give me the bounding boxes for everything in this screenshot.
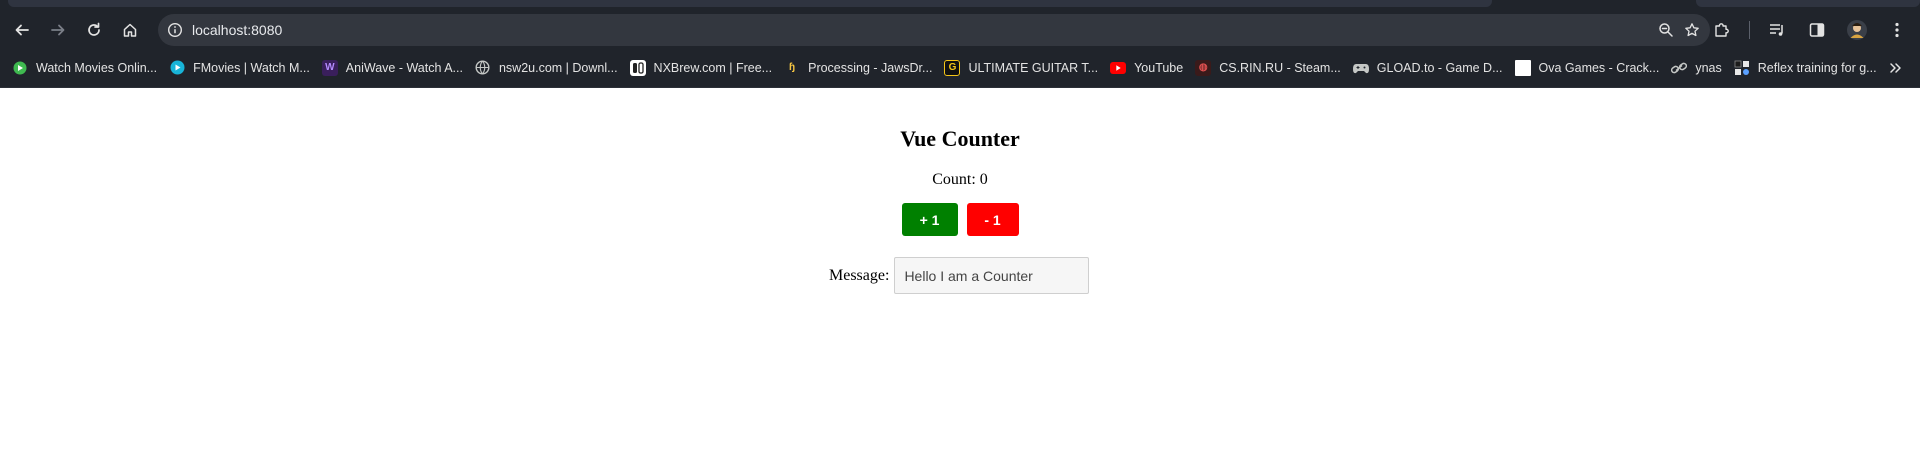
bookmarks-bar: Watch Movies Onlin... FMovies | Watch M.… bbox=[0, 48, 1920, 88]
bookmark-item[interactable]: FMovies | Watch M... bbox=[167, 54, 318, 82]
aniwave-w-icon: W bbox=[321, 59, 338, 76]
switch-icon bbox=[629, 59, 646, 76]
white-square-icon bbox=[1514, 59, 1531, 76]
csrin-icon: ◍ bbox=[1195, 59, 1212, 76]
back-arrow-icon[interactable] bbox=[4, 15, 40, 45]
bookmark-item[interactable]: YouTube bbox=[1108, 54, 1191, 82]
active-tab-edge[interactable] bbox=[8, 0, 1492, 7]
bookmark-label: Reflex training for g... bbox=[1757, 60, 1877, 75]
bookmark-item[interactable]: Watch Movies Onlin... bbox=[10, 54, 165, 82]
bookmark-item[interactable]: Ova Games - Crack... bbox=[1513, 54, 1668, 82]
bookmark-label: ULTIMATE GUITAR T... bbox=[968, 60, 1099, 75]
bookmark-label: ynas bbox=[1695, 60, 1722, 75]
bookmark-item[interactable]: NXBrew.com | Free... bbox=[628, 54, 781, 82]
browser-toolbar: localhost:8080 bbox=[0, 12, 1920, 48]
forward-arrow-icon[interactable] bbox=[40, 15, 76, 45]
message-label: Message: bbox=[829, 266, 890, 284]
bookmark-label: Ova Games - Crack... bbox=[1538, 60, 1660, 75]
bookmark-label: FMovies | Watch M... bbox=[193, 60, 310, 75]
address-bar[interactable]: localhost:8080 bbox=[158, 14, 1710, 46]
bookmark-label: CS.RIN.RU - Steam... bbox=[1219, 60, 1341, 75]
green-circle-icon bbox=[12, 60, 28, 76]
url-text[interactable]: localhost:8080 bbox=[192, 22, 282, 38]
bookmark-item[interactable]: ◍ CS.RIN.RU - Steam... bbox=[1193, 54, 1349, 82]
message-row: Message: bbox=[829, 257, 1090, 294]
extensions-puzzle-icon[interactable] bbox=[1705, 15, 1739, 45]
ug-icon: G bbox=[944, 59, 961, 76]
reload-icon[interactable] bbox=[76, 15, 112, 45]
bookmark-item[interactable]: W AniWave - Watch A... bbox=[320, 54, 471, 82]
page-viewport: Vue Counter Count: 0 + 1 - 1 Message: bbox=[0, 88, 1920, 469]
menu-kebab-icon[interactable] bbox=[1880, 15, 1914, 45]
bookmarks-overflow-chevron-icon[interactable] bbox=[1888, 54, 1902, 82]
decrement-button[interactable]: - 1 bbox=[966, 203, 1019, 236]
bookmark-item[interactable]: nsw2u.com | Downl... bbox=[473, 54, 626, 82]
bookmark-label: Watch Movies Onlin... bbox=[36, 60, 158, 75]
bookmark-label: nsw2u.com | Downl... bbox=[498, 60, 618, 75]
gamepad-icon bbox=[1352, 60, 1369, 76]
bookmark-star-icon[interactable] bbox=[1684, 22, 1700, 38]
counter-buttons: + 1 - 1 bbox=[0, 203, 1920, 236]
bookmark-item[interactable]: ynas bbox=[1669, 54, 1729, 82]
bookmark-item[interactable]: GLOAD.to - Game D... bbox=[1351, 54, 1511, 82]
teal-play-icon bbox=[169, 60, 185, 76]
bookmark-label: AniWave - Watch A... bbox=[345, 60, 463, 75]
reflex-icon bbox=[1734, 60, 1750, 76]
globe-icon bbox=[475, 60, 491, 76]
bookmark-label: YouTube bbox=[1134, 60, 1184, 75]
bookmark-label: Processing - JawsDr... bbox=[808, 60, 933, 75]
zoom-icon[interactable] bbox=[1658, 22, 1674, 38]
side-panel-icon[interactable] bbox=[1800, 15, 1834, 45]
message-input[interactable] bbox=[894, 257, 1090, 294]
media-queue-icon[interactable] bbox=[1760, 15, 1794, 45]
toolbar-divider bbox=[1749, 21, 1750, 39]
count-display: Count: 0 bbox=[932, 171, 988, 188]
site-info-icon[interactable] bbox=[158, 22, 192, 38]
bookmark-label: GLOAD.to - Game D... bbox=[1376, 60, 1503, 75]
increment-button[interactable]: + 1 bbox=[901, 203, 958, 236]
processing-icon: ɧ bbox=[789, 62, 796, 73]
bookmark-item[interactable]: G ULTIMATE GUITAR T... bbox=[942, 54, 1106, 82]
tab-edge[interactable] bbox=[1696, 0, 1920, 7]
youtube-icon bbox=[1110, 60, 1127, 76]
page-title: Vue Counter bbox=[900, 126, 1020, 151]
bookmark-label: NXBrew.com | Free... bbox=[653, 60, 773, 75]
profile-avatar-icon[interactable] bbox=[1840, 15, 1874, 45]
link-icon bbox=[1671, 60, 1688, 76]
bookmark-item[interactable]: ɧ Processing - JawsDr... bbox=[782, 54, 940, 82]
bookmark-item[interactable]: Reflex training for g... bbox=[1732, 54, 1885, 82]
home-icon[interactable] bbox=[112, 15, 148, 45]
